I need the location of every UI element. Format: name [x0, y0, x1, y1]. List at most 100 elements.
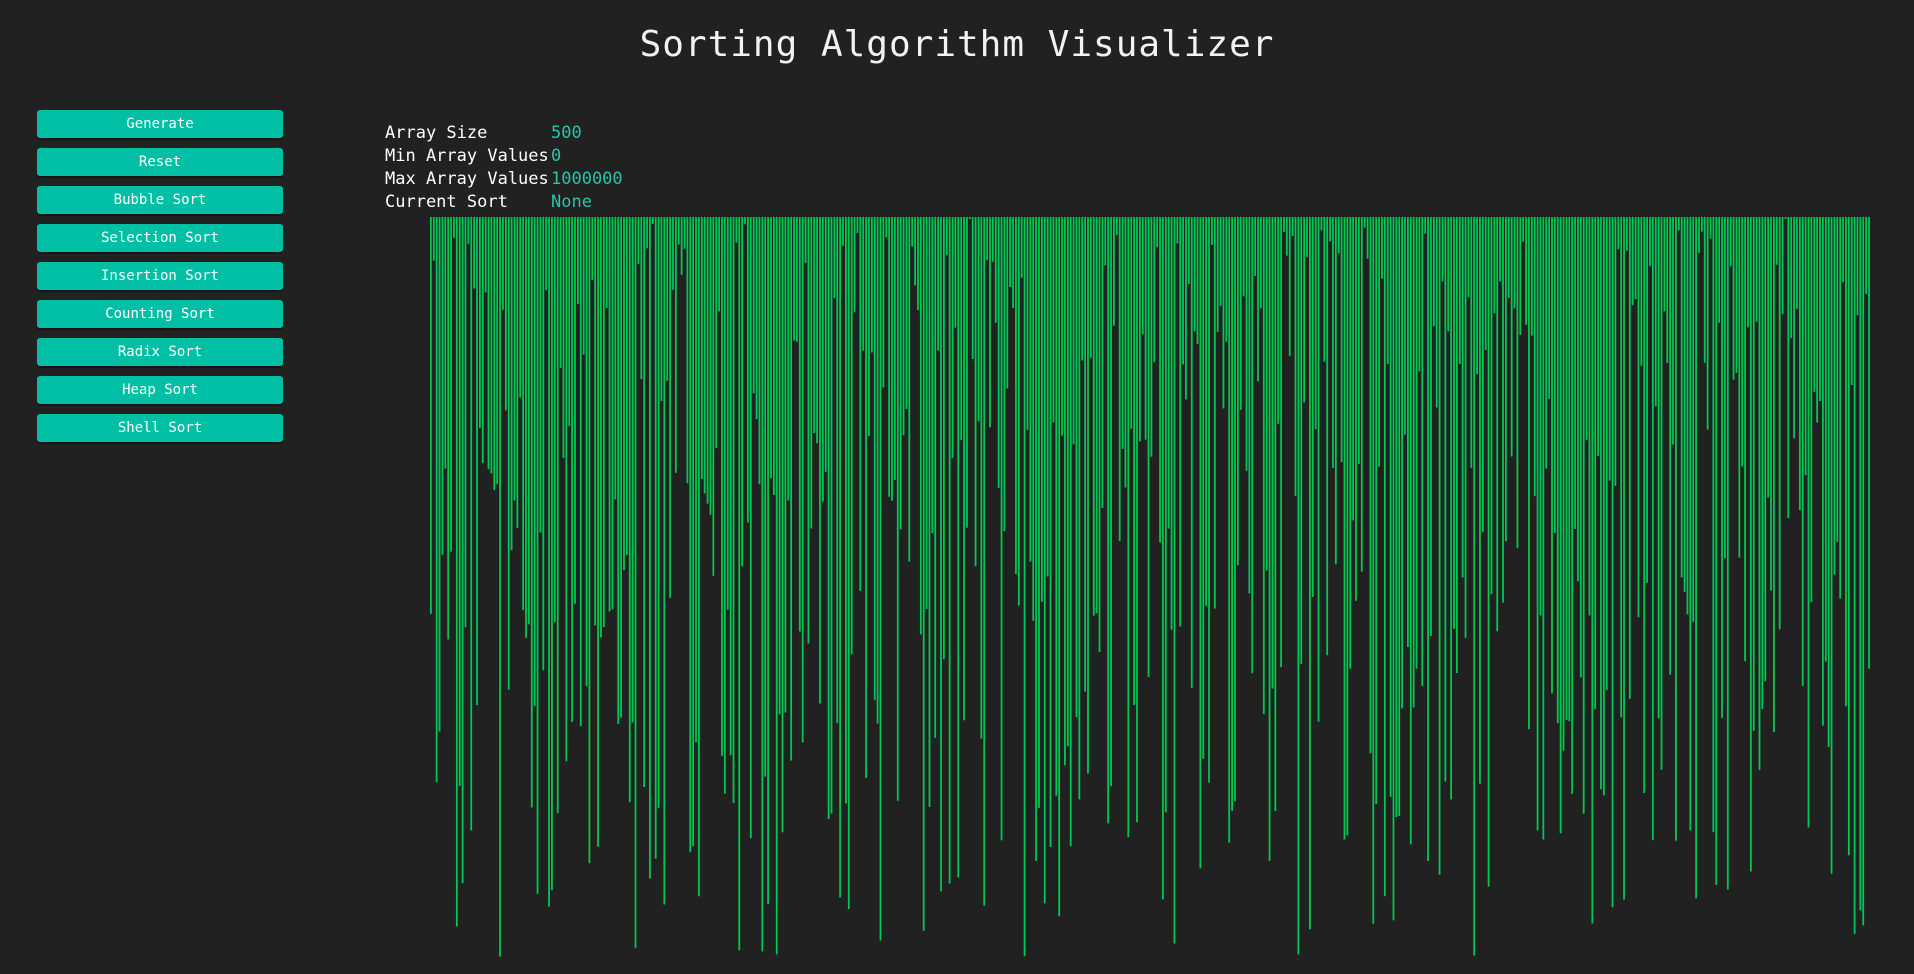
- bubble-sort-button[interactable]: Bubble Sort: [37, 186, 283, 214]
- array-bar: [968, 217, 971, 219]
- shell-sort-button[interactable]: Shell Sort: [37, 414, 283, 442]
- array-bar: [539, 217, 542, 533]
- array-bar: [925, 217, 928, 610]
- array-bar: [1649, 217, 1651, 267]
- array-bar: [1600, 217, 1602, 790]
- array-bar: [453, 217, 455, 238]
- array-bar: [1130, 217, 1133, 429]
- radix-sort-button[interactable]: Radix Sort: [37, 338, 283, 366]
- array-bar: [778, 217, 781, 715]
- array-bar: [1121, 217, 1124, 449]
- array-bar: [1781, 217, 1784, 315]
- array-bar: [1856, 217, 1859, 316]
- heap-sort-button[interactable]: Heap Sort: [37, 376, 283, 404]
- array-bar: [1052, 217, 1055, 423]
- array-bar: [1404, 217, 1406, 435]
- array-bar: [793, 217, 795, 341]
- array-bar: [1208, 217, 1210, 783]
- array-bar: [1427, 217, 1429, 861]
- array-bar: [1767, 217, 1770, 498]
- array-bar: [914, 217, 916, 286]
- array-bar: [1029, 217, 1032, 562]
- array-bar: [522, 217, 525, 611]
- array-bar: [885, 217, 888, 238]
- array-bar: [772, 217, 775, 495]
- array-bar: [997, 217, 1000, 488]
- array-bar: [700, 217, 703, 480]
- array-bar: [862, 217, 865, 351]
- array-bar: [1173, 217, 1176, 944]
- array-bar: [1144, 217, 1147, 440]
- array-bar: [922, 217, 925, 931]
- array-bar: [1695, 217, 1697, 899]
- array-bar: [1294, 217, 1297, 496]
- array-bar: [1087, 217, 1089, 774]
- array-bar: [1473, 217, 1476, 956]
- array-bar: [1865, 217, 1868, 294]
- array-bar: [1516, 217, 1519, 549]
- array-bar: [628, 217, 631, 803]
- array-bar: [559, 217, 562, 369]
- array-bar: [1340, 217, 1343, 463]
- array-bar: [1430, 217, 1432, 636]
- array-bar: [839, 217, 842, 898]
- array-bar: [1000, 217, 1003, 841]
- array-bar: [948, 217, 951, 884]
- array-bar: [1530, 217, 1533, 336]
- array-bar: [1568, 217, 1571, 722]
- reset-button[interactable]: Reset: [37, 148, 283, 176]
- array-bar: [1179, 217, 1182, 627]
- array-bar: [810, 217, 813, 529]
- array-bar: [974, 217, 977, 567]
- array-bar: [1842, 217, 1844, 283]
- array-bar: [551, 217, 553, 891]
- array-bar: [1732, 217, 1735, 380]
- array-bar: [1556, 217, 1559, 724]
- array-bar: [1614, 217, 1617, 486]
- array-bar: [1680, 217, 1683, 578]
- array-bar: [1231, 217, 1233, 811]
- array-bar: [1493, 217, 1496, 314]
- array-bar: [1306, 217, 1308, 258]
- selection-sort-button[interactable]: Selection Sort: [37, 224, 283, 252]
- array-bar: [1666, 217, 1669, 363]
- array-bar: [833, 217, 836, 299]
- array-bar: [1245, 217, 1248, 471]
- array-bar: [1268, 217, 1271, 861]
- array-bar: [1435, 217, 1438, 408]
- array-bar: [683, 217, 686, 249]
- array-size-value: 500: [551, 123, 582, 143]
- array-bar: [804, 217, 807, 264]
- array-bar: [1513, 217, 1516, 309]
- array-bar: [1006, 217, 1009, 389]
- array-bar: [1167, 217, 1170, 529]
- array-bar: [928, 217, 931, 807]
- array-bar: [1118, 217, 1121, 541]
- array-bar: [476, 217, 478, 706]
- array-bar: [444, 217, 447, 469]
- generate-button[interactable]: Generate: [37, 110, 283, 138]
- array-bar: [882, 217, 885, 388]
- min-value-label: Min Array Values: [385, 146, 549, 166]
- array-bar: [1381, 217, 1383, 279]
- array-bar: [1845, 217, 1847, 707]
- array-bar: [1484, 217, 1487, 350]
- array-size-row: Array Size 500: [385, 122, 623, 145]
- array-bar: [934, 217, 937, 738]
- array-bar: [432, 217, 435, 261]
- array-bar: [1551, 217, 1553, 694]
- array-bar: [845, 217, 847, 804]
- array-bar: [1545, 217, 1548, 469]
- array-bar: [721, 217, 723, 756]
- array-bar: [1502, 217, 1504, 603]
- array-bar: [770, 217, 772, 479]
- array-bar: [784, 217, 787, 713]
- array-bar: [1115, 217, 1118, 236]
- array-bar: [1228, 217, 1231, 843]
- array-bar: [836, 217, 839, 724]
- insertion-sort-button[interactable]: Insertion Sort: [37, 262, 283, 290]
- array-bar: [847, 217, 850, 909]
- array-bar: [674, 217, 677, 473]
- array-bar: [1631, 217, 1634, 305]
- counting-sort-button[interactable]: Counting Sort: [37, 300, 283, 328]
